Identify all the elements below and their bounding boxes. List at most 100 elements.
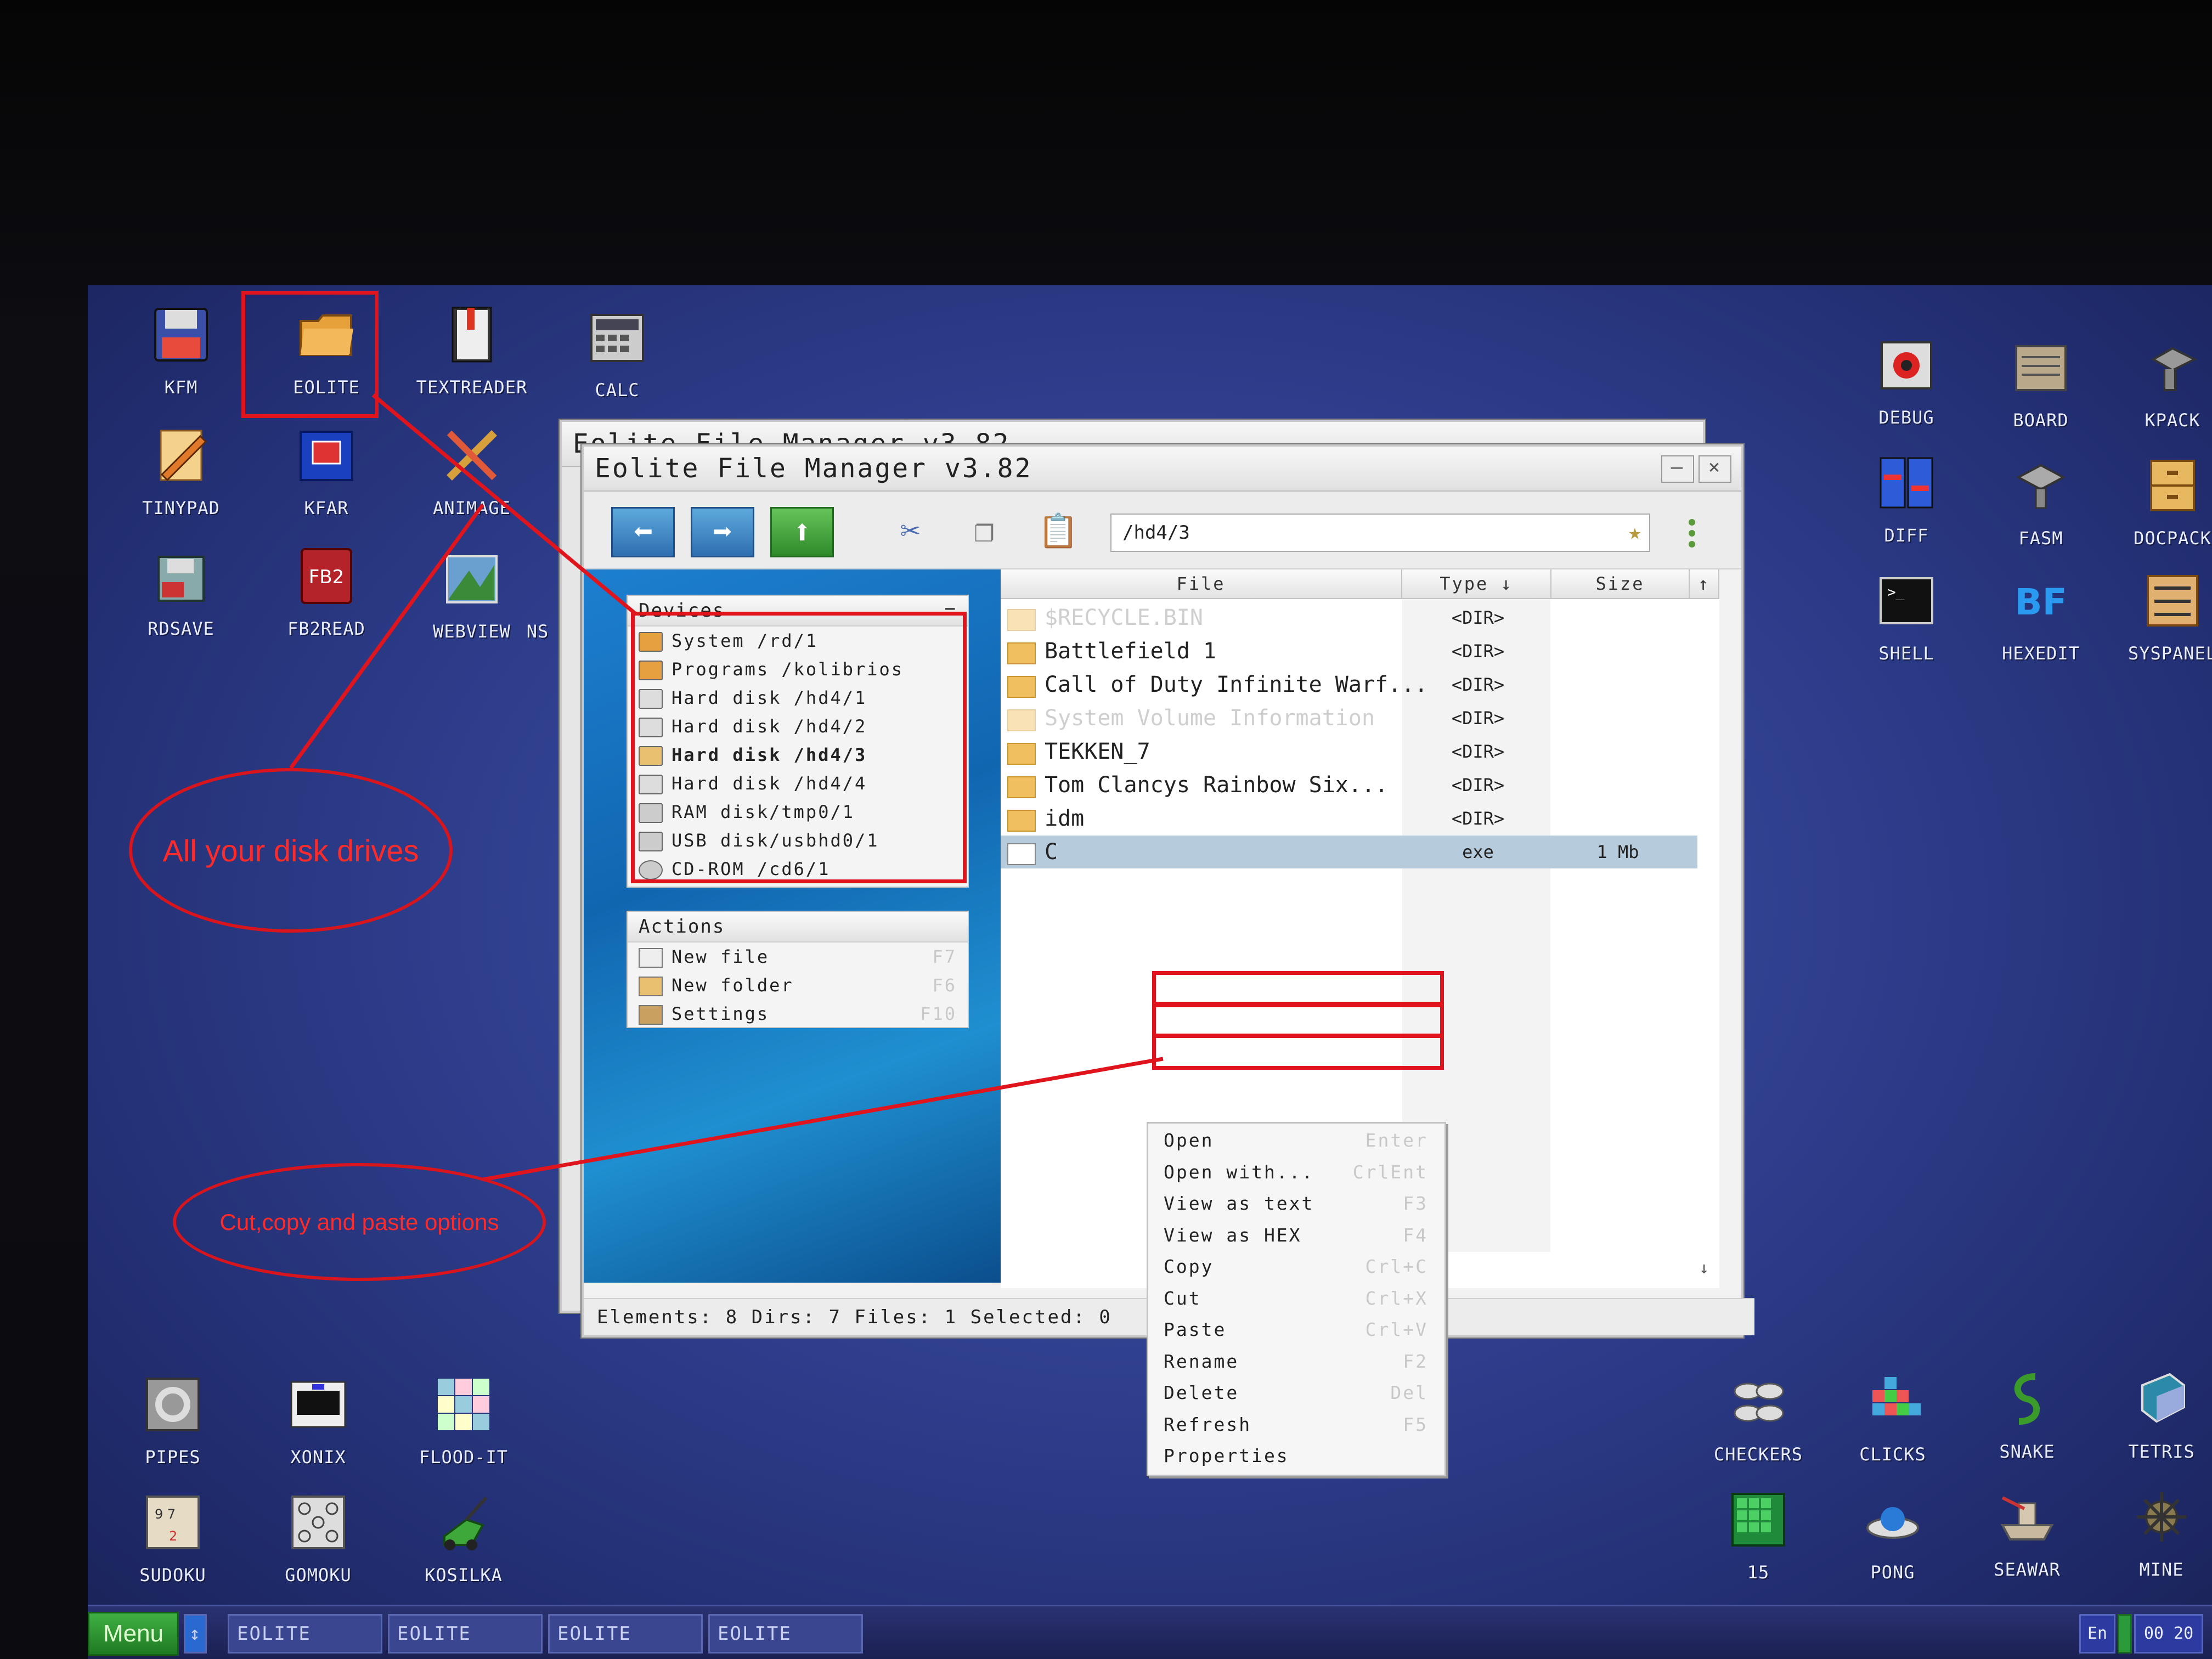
toolbar-menu-icon[interactable] bbox=[1686, 517, 1697, 548]
desktop-icon-tinypad[interactable]: TINYPAD bbox=[118, 425, 244, 518]
context-menu-item[interactable]: Rename F2 bbox=[1148, 1346, 1444, 1378]
desktop-icon-syspanel[interactable]: SYSPANEL bbox=[2109, 571, 2212, 664]
desktop-icon-gomoku[interactable]: GOMOKU bbox=[255, 1492, 381, 1585]
diff-icon bbox=[1876, 453, 1937, 513]
language-indicator[interactable]: En bbox=[2079, 1614, 2115, 1654]
desktop-icon-label: PIPES bbox=[145, 1447, 201, 1468]
minimize-button[interactable]: – bbox=[1661, 455, 1694, 483]
file-row[interactable]: System Volume Information <DIR> bbox=[1001, 702, 1697, 735]
file-row[interactable]: $RECYCLE.BIN <DIR> bbox=[1001, 601, 1697, 634]
action-item[interactable]: New file F7 bbox=[628, 943, 968, 971]
context-menu-item[interactable]: Cut Crl+X bbox=[1148, 1283, 1444, 1314]
desktop-icon-rdsave[interactable]: RDSAVE bbox=[118, 546, 244, 639]
file-row[interactable]: Tom Clancys Rainbow Six... <DIR> bbox=[1001, 769, 1697, 802]
context-menu-item[interactable]: Paste Crl+V bbox=[1148, 1314, 1444, 1346]
context-menu-item[interactable]: Delete Del bbox=[1148, 1377, 1444, 1409]
desktop-icon-fb2read[interactable]: FB2 FB2READ bbox=[263, 546, 390, 639]
file-name: C bbox=[1045, 839, 1058, 865]
desktop-icon-seawar[interactable]: SEAWAR bbox=[1964, 1487, 2090, 1580]
context-menu-item[interactable]: View as text F3 bbox=[1148, 1188, 1444, 1220]
file-row[interactable]: TEKKEN_7 <DIR> bbox=[1001, 735, 1697, 768]
file-row[interactable]: Cexe 1 Mb bbox=[1001, 836, 1697, 868]
desktop-icon-label: CLICKS bbox=[1859, 1444, 1926, 1465]
desktop-icon-docpack[interactable]: DOCPACK bbox=[2109, 455, 2212, 549]
forward-button[interactable]: ➡ bbox=[691, 507, 754, 557]
desktop-icon-pong[interactable]: PONG bbox=[1830, 1489, 1956, 1583]
desktop-icon-calc[interactable]: CALC bbox=[554, 307, 680, 400]
desktop-icon-snake[interactable]: SNAKE bbox=[1964, 1369, 2090, 1462]
desktop-icon-diff[interactable]: DIFF bbox=[1843, 453, 1970, 546]
svg-text:9 7: 9 7 bbox=[155, 1506, 176, 1522]
xonix-icon bbox=[288, 1374, 348, 1435]
desktop-icon-xonix[interactable]: XONIX bbox=[255, 1374, 381, 1468]
svg-text:>_: >_ bbox=[1887, 584, 1905, 601]
scroll-down-button[interactable]: ↓ bbox=[1690, 1254, 1718, 1283]
file-type: <DIR> bbox=[1451, 607, 1505, 628]
paste-button[interactable]: 📋 bbox=[1028, 507, 1088, 554]
desktop-icon-board[interactable]: BOARD bbox=[1978, 337, 2104, 431]
taskbar-task-button[interactable]: EOLITE bbox=[548, 1614, 703, 1654]
desktop-icon-shell[interactable]: >_ SHELL bbox=[1843, 571, 1970, 664]
desktop-icon-debug[interactable]: DEBUG bbox=[1843, 335, 1970, 428]
bookmark-star-icon[interactable]: ★ bbox=[1628, 520, 1641, 544]
action-label: New file bbox=[672, 946, 770, 967]
context-menu-item[interactable]: View as HEX F4 bbox=[1148, 1220, 1444, 1251]
gomoku-icon bbox=[288, 1492, 348, 1553]
column-header-size[interactable]: Size bbox=[1551, 569, 1690, 599]
desktop-icon-kosilka[interactable]: KOSILKA bbox=[400, 1492, 527, 1585]
up-button[interactable]: ⬆ bbox=[770, 507, 834, 557]
desktop-icon-fasm[interactable]: FASM bbox=[1978, 455, 2104, 549]
desktop-icon-clicks[interactable]: CLICKS bbox=[1830, 1372, 1956, 1465]
file-type: <DIR> bbox=[1451, 775, 1505, 795]
desktop-icon-kfm[interactable]: KFM bbox=[118, 304, 244, 398]
desktop-icon-textreader[interactable]: TEXTREADER bbox=[409, 304, 535, 398]
file-row[interactable]: idm <DIR> bbox=[1001, 802, 1697, 835]
column-header-file[interactable]: File bbox=[1001, 569, 1402, 599]
context-menu-item[interactable]: Refresh F5 bbox=[1148, 1409, 1444, 1441]
scroll-up-button[interactable]: ↑ bbox=[1690, 569, 1719, 599]
back-button[interactable]: ⬅ bbox=[611, 507, 675, 557]
copy-button[interactable]: ❐ bbox=[954, 507, 1014, 554]
context-menu-shortcut: Enter bbox=[1365, 1130, 1428, 1151]
context-menu-item[interactable]: Open with... CrlEnt bbox=[1148, 1156, 1444, 1188]
context-menu-shortcut: F2 bbox=[1403, 1350, 1428, 1372]
clock[interactable]: 00 20 bbox=[2134, 1614, 2203, 1654]
taskbar-task-button[interactable]: EOLITE bbox=[388, 1614, 543, 1654]
context-menu-item[interactable]: Properties bbox=[1148, 1440, 1444, 1472]
cut-button[interactable]: ✂ bbox=[880, 507, 940, 554]
close-button[interactable]: × bbox=[1699, 455, 1731, 483]
window-switcher-button[interactable]: ↕ bbox=[184, 1614, 207, 1654]
file-name: idm bbox=[1045, 806, 1085, 831]
file-size: 1 Mb bbox=[1596, 842, 1639, 862]
desktop-icon-animage[interactable]: ANIMAGE bbox=[409, 425, 535, 518]
file-row[interactable]: Battlefield 1 <DIR> bbox=[1001, 635, 1697, 668]
context-menu-item[interactable]: Copy Crl+C bbox=[1148, 1251, 1444, 1283]
taskbar-task-button[interactable]: EOLITE bbox=[228, 1614, 382, 1654]
context-menu-label: Open bbox=[1164, 1130, 1214, 1151]
desktop-icon-kpack[interactable]: KPACK bbox=[2109, 337, 2212, 431]
action-item[interactable]: Settings F10 bbox=[628, 1000, 968, 1028]
desktop-icon-mine[interactable]: MINE bbox=[2098, 1487, 2212, 1580]
desktop-icon-pipes[interactable]: PIPES bbox=[110, 1374, 236, 1468]
desktop-icon-floodit[interactable]: FLOOD-IT bbox=[400, 1374, 527, 1468]
context-menu-item[interactable]: Open Enter bbox=[1148, 1125, 1444, 1156]
desktop-icon-tetris[interactable]: TETRIS bbox=[2098, 1369, 2212, 1462]
arrow-right-icon: ➡ bbox=[712, 513, 733, 551]
desktop-icon-hexedit[interactable]: BF HEXEDIT bbox=[1978, 571, 2104, 664]
taskbar-task-button[interactable]: EOLITE bbox=[708, 1614, 863, 1654]
action-item[interactable]: New folder F6 bbox=[628, 971, 968, 1000]
start-menu-button[interactable]: Menu bbox=[88, 1612, 179, 1656]
path-input[interactable]: /hd4/3 ★ bbox=[1110, 514, 1650, 552]
file-name: Battlefield 1 bbox=[1045, 639, 1217, 664]
window-title-bar[interactable]: Eolite File Manager v3.82 – × bbox=[584, 447, 1741, 492]
desktop-icon-sudoku[interactable]: 9 72 SUDOKU bbox=[110, 1492, 236, 1585]
desktop-icon-kfar[interactable]: KFAR bbox=[263, 425, 390, 518]
mower-icon bbox=[433, 1492, 494, 1553]
disk-save-icon bbox=[151, 546, 211, 606]
desktop-icon-ns[interactable]: NS bbox=[516, 621, 560, 642]
file-row[interactable]: Call of Duty Infinite Warf... <DIR> bbox=[1001, 668, 1697, 701]
desktop-icon-fifteen[interactable]: 15 bbox=[1695, 1489, 1821, 1583]
svg-text:FB2: FB2 bbox=[309, 566, 345, 588]
desktop-icon-checkers[interactable]: CHECKERS bbox=[1695, 1372, 1821, 1465]
column-header-type[interactable]: Type ↓ bbox=[1402, 569, 1551, 599]
